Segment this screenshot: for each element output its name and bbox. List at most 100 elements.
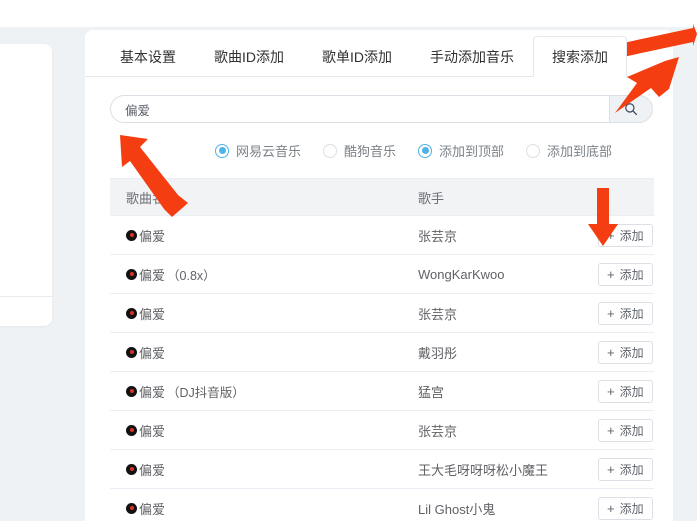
cell-song-name: 偏爱 （DJ抖音版） — [110, 382, 402, 401]
screen-root: 基本设置 歌曲ID添加 歌单ID添加 手动添加音乐 搜索添加 偏爱 网易云音乐 … — [0, 0, 697, 521]
cell-artist: 王大毛呀呀呀松小魔王 — [418, 462, 549, 478]
song-title: 偏爱 — [139, 384, 166, 400]
cell-action: + 添加 — [582, 223, 654, 247]
radio-label: 酷狗音乐 — [344, 144, 397, 159]
left-side-card-divider — [0, 296, 52, 297]
add-song-button-label: 添加 — [619, 306, 644, 321]
vinyl-record-icon — [126, 385, 137, 397]
song-title: 偏爱 — [139, 501, 166, 517]
add-song-button[interactable]: + 添加 — [598, 223, 653, 247]
vinyl-record-icon — [126, 502, 137, 514]
plus-icon: + — [607, 422, 615, 438]
tab-bar: 基本设置 歌曲ID添加 歌单ID添加 手动添加音乐 搜索添加 — [85, 30, 673, 77]
song-variant: （0.8x） — [167, 268, 216, 283]
search-input[interactable] — [110, 95, 609, 123]
tab-label: 搜索添加 — [552, 49, 608, 65]
cell-action: + 添加 — [582, 379, 654, 403]
cell-song-name: 偏爱 — [110, 460, 402, 479]
radio-indicator — [215, 143, 229, 158]
tab-panel-search-add: 网易云音乐 酷狗音乐 添加到顶部 添加到底部 歌曲名称 歌手 — [85, 77, 673, 521]
song-title: 偏爱 — [139, 462, 166, 478]
cell-song-name: 偏爱 — [110, 499, 402, 518]
vinyl-record-icon — [126, 307, 137, 319]
add-song-button[interactable]: + 添加 — [598, 457, 653, 481]
song-variant: （DJ抖音版） — [167, 385, 245, 400]
search-results-table: 歌曲名称 歌手 偏爱 张芸京 + 添加 偏爱 （0.8x） WongKarKwoo + 添加 偏爱… — [110, 178, 654, 521]
add-song-button[interactable]: + 添加 — [598, 301, 653, 325]
cell-song-name: 偏爱 — [110, 343, 402, 362]
table-row: 偏爱 （0.8x） WongKarKwoo + 添加 — [110, 255, 654, 294]
cell-artist: 张芸京 — [418, 423, 458, 439]
plus-icon: + — [607, 383, 615, 399]
add-song-button[interactable]: + 添加 — [598, 379, 653, 403]
plus-icon: + — [607, 461, 615, 477]
cell-artist: 张芸京 — [418, 228, 458, 244]
add-song-button-label: 添加 — [619, 345, 644, 360]
table-row: 偏爱 （DJ抖音版） 猛宫 + 添加 — [110, 372, 654, 411]
main-panel: 基本设置 歌曲ID添加 歌单ID添加 手动添加音乐 搜索添加 偏爱 网易云音乐 … — [85, 30, 673, 521]
cell-action: + 添加 — [582, 301, 654, 325]
add-song-button[interactable]: + 添加 — [598, 418, 653, 442]
table-header-row: 歌曲名称 歌手 — [110, 179, 654, 216]
song-title: 偏爱 — [139, 345, 166, 361]
tab-basic-settings[interactable]: 基本设置 — [101, 36, 195, 76]
radio-kugou-music[interactable]: 酷狗音乐 — [323, 141, 396, 160]
radio-indicator — [526, 143, 541, 158]
tab-label: 基本设置 — [120, 49, 176, 65]
song-title: 偏爱 — [139, 228, 166, 244]
cell-action: + 添加 — [582, 457, 654, 481]
table-row: 偏爱 张芸京 + 添加 — [110, 294, 654, 333]
add-song-button[interactable]: + 添加 — [598, 262, 653, 286]
search-icon — [624, 102, 638, 116]
table-row: 偏爱 Lil Ghost小鬼 + 添加 — [110, 489, 654, 521]
column-header-song-name: 歌曲名称 — [126, 190, 179, 206]
cell-action: + 添加 — [582, 496, 654, 520]
plus-icon: + — [607, 227, 615, 243]
radio-indicator — [418, 143, 433, 158]
cell-artist: 猛宫 — [418, 384, 445, 400]
table-row: 偏爱 张芸京 + 添加 — [110, 216, 654, 255]
add-song-button-label: 添加 — [619, 384, 644, 399]
add-song-button[interactable]: + 添加 — [598, 496, 653, 520]
search-bar — [110, 95, 653, 123]
add-song-button-label: 添加 — [619, 228, 644, 243]
radio-add-to-top[interactable]: 添加到顶部 — [418, 141, 504, 160]
cell-song-name: 偏爱 （0.8x） — [110, 265, 402, 284]
vinyl-record-icon — [126, 268, 137, 280]
cell-artist: 戴羽彤 — [418, 345, 458, 361]
table-row: 偏爱 戴羽彤 + 添加 — [110, 333, 654, 372]
left-side-card — [0, 44, 52, 326]
column-header-artist: 歌手 — [418, 190, 445, 206]
tab-label: 歌单ID添加 — [322, 49, 392, 65]
vinyl-record-icon — [126, 229, 137, 241]
add-song-button[interactable]: + 添加 — [598, 340, 653, 364]
vinyl-record-icon — [126, 424, 137, 436]
tab-song-id-add[interactable]: 歌曲ID添加 — [195, 36, 303, 76]
song-title: 偏爱 — [139, 267, 166, 283]
table-body: 偏爱 张芸京 + 添加 偏爱 （0.8x） WongKarKwoo + 添加 偏爱 张芸京 + 添加 偏爱… — [110, 216, 654, 521]
plus-icon: + — [607, 305, 615, 321]
tab-label: 歌曲ID添加 — [214, 49, 284, 65]
radio-netease-music[interactable]: 网易云音乐 — [215, 141, 301, 160]
cell-song-name: 偏爱 — [110, 304, 402, 323]
table-row: 偏爱 王大毛呀呀呀松小魔王 + 添加 — [110, 450, 654, 489]
cell-action: + 添加 — [582, 418, 654, 442]
radio-label: 添加到顶部 — [439, 144, 505, 159]
plus-icon: + — [607, 266, 615, 282]
radio-label: 网易云音乐 — [236, 144, 302, 159]
song-title: 偏爱 — [139, 306, 166, 322]
plus-icon: + — [607, 344, 615, 360]
tab-manual-add-music[interactable]: 手动添加音乐 — [411, 36, 533, 76]
top-strip — [0, 0, 697, 27]
cell-song-name: 偏爱 — [110, 421, 402, 440]
table-row: 偏爱 张芸京 + 添加 — [110, 411, 654, 450]
radio-indicator — [323, 143, 338, 158]
tab-playlist-id-add[interactable]: 歌单ID添加 — [303, 36, 411, 76]
tab-search-add[interactable]: 搜索添加 — [533, 36, 627, 77]
add-song-button-label: 添加 — [619, 501, 644, 516]
cell-action: + 添加 — [582, 262, 654, 286]
search-button[interactable] — [609, 95, 653, 123]
cell-artist: 张芸京 — [418, 306, 458, 322]
radio-add-to-bottom[interactable]: 添加到底部 — [526, 141, 612, 160]
add-song-button-label: 添加 — [619, 423, 644, 438]
